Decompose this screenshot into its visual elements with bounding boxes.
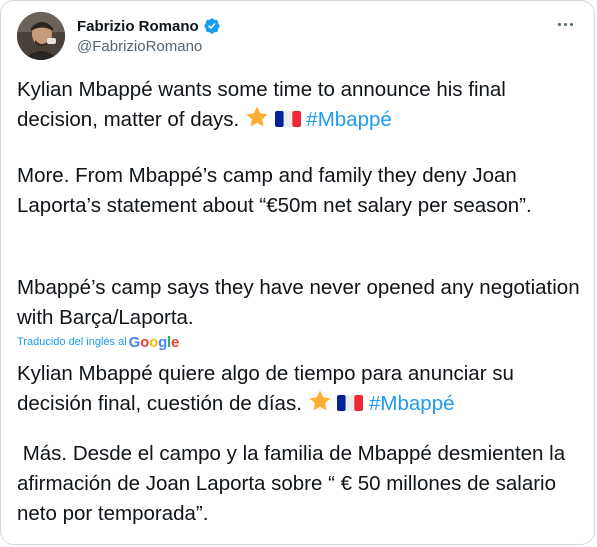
- translated-line1b-row: decisión final, cuestión de días. #Mbapp…: [17, 389, 580, 422]
- hashtag-link[interactable]: #Mbappé: [306, 108, 391, 131]
- translated-para2: Más. Desde el campo y la familia de Mbap…: [17, 442, 571, 525]
- tweet-text-para3: Mbappé’s camp says they have never opene…: [17, 273, 580, 333]
- tweet-line1b: decision, matter of days.: [17, 108, 240, 131]
- france-flag-emoji: [274, 108, 301, 138]
- translated-hashtag-link[interactable]: #Mbappé: [369, 392, 454, 415]
- tweet-card: Fabrizio Romano @FabrizioRomano Kylian M…: [0, 0, 595, 545]
- tweet-para3: Mbappé’s camp says they have never opene…: [17, 276, 580, 329]
- tweet-text-para2: More. From Mbappé’s camp and family they…: [17, 161, 580, 221]
- tweet-header: Fabrizio Romano @FabrizioRomano: [17, 12, 578, 62]
- tweet-line1b-row: decision, matter of days. #Mbappé: [17, 105, 580, 138]
- translated-by-link[interactable]: Traducido del inglés al Google: [17, 332, 179, 352]
- translated-by-label: Traducido del inglés al: [17, 336, 127, 348]
- display-name[interactable]: Fabrizio Romano: [77, 18, 199, 35]
- avatar[interactable]: [17, 12, 65, 60]
- tweet-line1a: Kylian Mbappé wants some time to announc…: [17, 78, 506, 101]
- translated-text-para2: Más. Desde el campo y la familia de Mbap…: [17, 439, 580, 529]
- verified-badge-icon: [203, 17, 221, 35]
- translated-line1b: decisión final, cuestión de días.: [17, 392, 302, 415]
- more-options-icon[interactable]: [554, 14, 578, 34]
- author-names: Fabrizio Romano @FabrizioRomano: [77, 16, 221, 55]
- translated-text-para1: Kylian Mbappé quiere algo de tiempo para…: [17, 359, 580, 422]
- translated-line1a: Kylian Mbappé quiere algo de tiempo para…: [17, 362, 514, 385]
- handle[interactable]: @FabrizioRomano: [77, 38, 221, 55]
- france-flag-emoji: [337, 392, 364, 422]
- tweet-text-para1: Kylian Mbappé wants some time to announc…: [17, 75, 580, 138]
- star-emoji: [245, 105, 269, 138]
- star-emoji: [308, 389, 332, 422]
- tweet-para2: More. From Mbappé’s camp and family they…: [17, 164, 532, 217]
- google-logo: Google: [128, 333, 180, 351]
